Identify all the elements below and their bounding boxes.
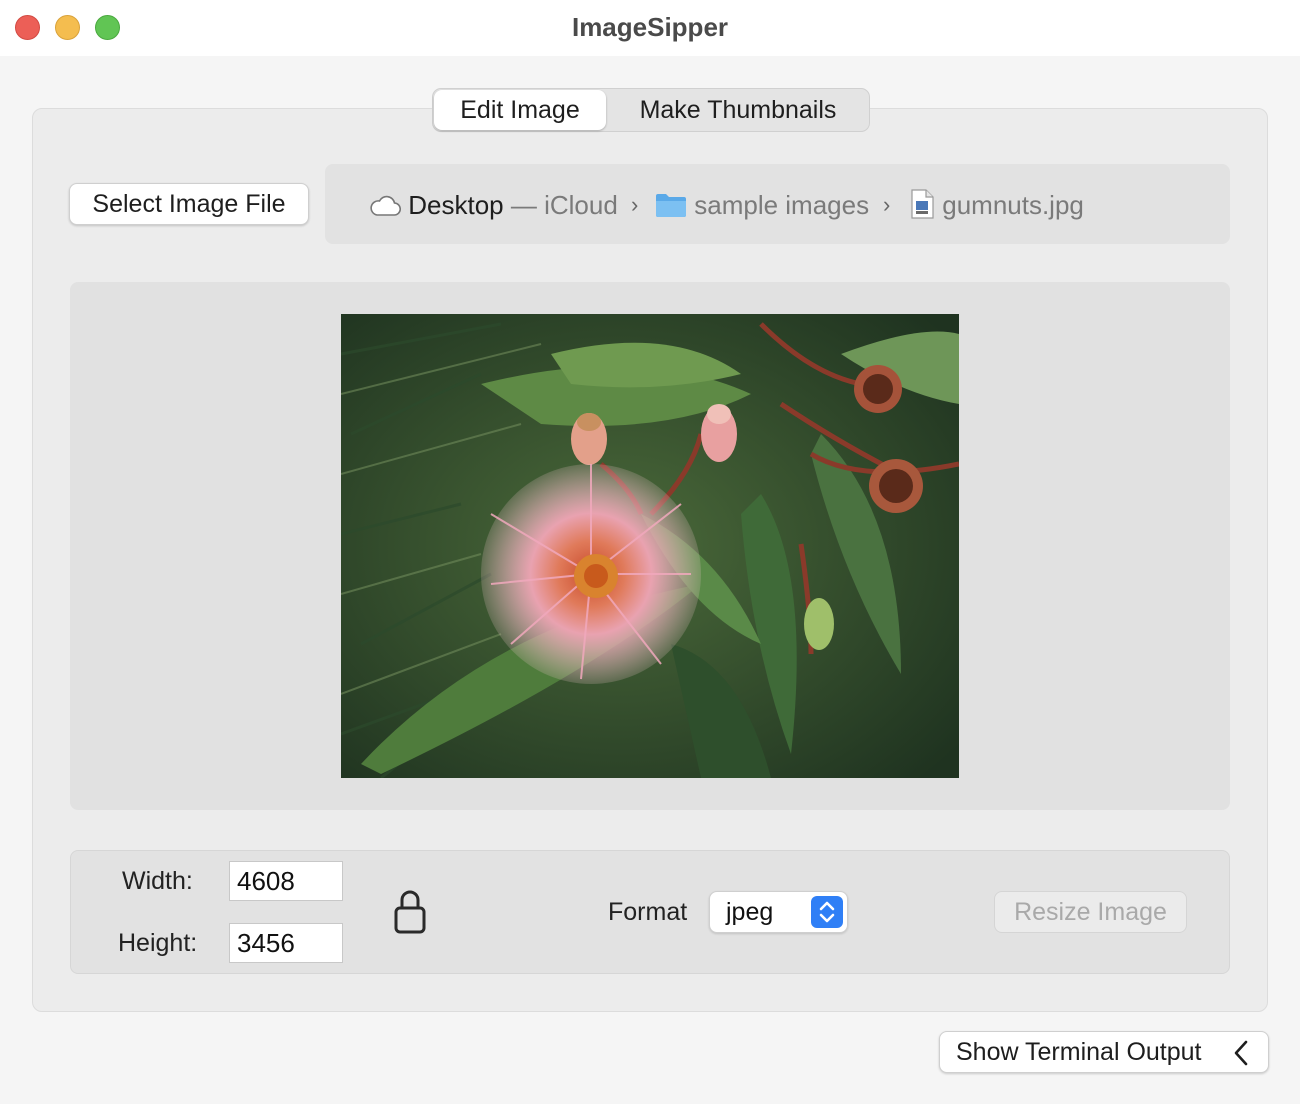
image-file-icon [911, 189, 934, 219]
folder-icon [656, 194, 686, 217]
width-label: Width: [122, 867, 193, 895]
file-path-control[interactable]: Desktop — iCloud › sample images › gumnu… [325, 164, 1230, 244]
path-item-sample-images[interactable]: sample images [655, 188, 869, 222]
path-item-gumnuts[interactable]: gumnuts.jpg [909, 188, 1084, 222]
terminal-button-label: Show Terminal Output [956, 1038, 1202, 1066]
tab-selector: Edit Image Make Thumbnails [432, 88, 870, 132]
select-image-file-button[interactable]: Select Image File [69, 183, 309, 225]
format-popup[interactable]: jpeg [709, 891, 848, 933]
window-title: ImageSipper [571, 12, 729, 42]
height-label: Height: [118, 929, 198, 957]
path-item-desktop[interactable]: Desktop — iCloud [369, 188, 618, 222]
path-separator: › [631, 192, 639, 217]
app-window: ImageSipper Edit Image Make Thumbnails S… [0, 0, 1300, 1104]
photo-of-gum-blossom-and-gumnuts [341, 314, 959, 778]
show-terminal-output-button[interactable]: Show Terminal Output [939, 1031, 1269, 1073]
tab-make-thumbnails[interactable]: Make Thumbnails [609, 90, 867, 130]
height-field[interactable]: 3456 [229, 923, 343, 963]
resize-image-button[interactable]: Resize Image [994, 891, 1187, 933]
title-bar: ImageSipper [0, 0, 1300, 56]
chevron-left-icon [1234, 1040, 1248, 1066]
format-value: jpeg [726, 898, 774, 926]
lock-open-icon[interactable] [393, 889, 427, 940]
path-icloud-suffix: — iCloud [503, 190, 618, 220]
width-field[interactable]: 4608 [229, 861, 343, 901]
path-separator: › [883, 192, 891, 217]
path-folder-label: sample images [694, 190, 870, 220]
image-preview [341, 314, 959, 778]
cloud-icon [370, 195, 402, 216]
path-desktop-label: Desktop [408, 190, 504, 220]
up-down-chevron-icon [811, 896, 843, 928]
tab-edit-image[interactable]: Edit Image [434, 90, 606, 130]
path-file-label: gumnuts.jpg [942, 190, 1084, 220]
format-label: Format [608, 898, 688, 926]
